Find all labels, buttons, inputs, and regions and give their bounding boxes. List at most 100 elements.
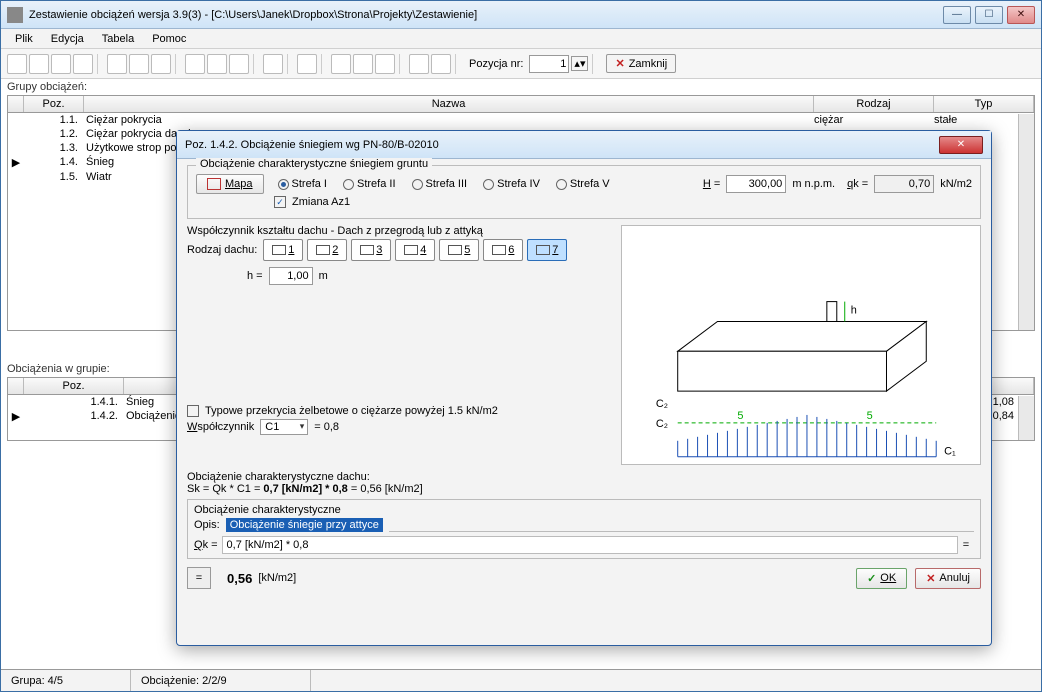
typowe-checkbox[interactable] (187, 405, 199, 417)
zone-radio-4[interactable]: Strefa IV (483, 178, 540, 190)
pozycja-input[interactable] (529, 55, 569, 73)
roof-shape-icon (404, 245, 418, 255)
toolbar-open-icon[interactable] (29, 54, 49, 74)
roof-type-5[interactable]: 5 (439, 239, 479, 261)
typowe-label: Typowe przekrycia żelbetowe o ciężarze p… (205, 405, 498, 417)
svg-text:5: 5 (737, 410, 743, 422)
toolbar-icon-10[interactable] (229, 54, 249, 74)
status-grupa: Grupa: 4/5 (1, 670, 131, 691)
roof-type-7[interactable]: 7 (527, 239, 567, 261)
col-rodzaj[interactable]: Rodzaj (814, 96, 934, 112)
qk-label: qk = (847, 178, 868, 190)
check-icon: ✓ (867, 572, 876, 585)
qk-input (874, 175, 934, 193)
roof-shape-icon (492, 245, 506, 255)
toolbar-saveall-icon[interactable] (73, 54, 93, 74)
h-unit: m (319, 270, 328, 282)
menu-plik[interactable]: Plik (7, 31, 41, 47)
mapa-icon (207, 178, 221, 190)
roof-shape-icon (536, 245, 550, 255)
toolbar-print-icon[interactable] (185, 54, 205, 74)
svg-text:C₂: C₂ (656, 398, 668, 410)
wsp-combo[interactable]: C1 (260, 419, 308, 435)
roof-type-4[interactable]: 4 (395, 239, 435, 261)
diagram-panel: h C₂ C₂ C₁ 5 5 (621, 225, 981, 465)
maximize-button[interactable]: ☐ (975, 6, 1003, 24)
minimize-button[interactable]: — (943, 6, 971, 24)
wsp-eq: = 0,8 (314, 421, 339, 433)
menu-pomoc[interactable]: Pomoc (144, 31, 194, 47)
opis-input[interactable]: Obciążenie śniegie przy attyce (226, 518, 383, 532)
scrollbar-2[interactable] (1018, 396, 1034, 440)
toolbar-close-button[interactable]: ✕ Zamknij (606, 54, 676, 73)
close-button[interactable]: ✕ (1007, 6, 1035, 24)
app-icon (7, 7, 23, 23)
sk-formula: Sk = Qk * C1 = 0,7 [kN/m2] * 0,8 = 0,56 … (187, 483, 981, 495)
zone-radio-2[interactable]: Strefa II (343, 178, 396, 190)
spinner-icon[interactable]: ▴▾ (571, 56, 588, 71)
char-label: Obciążenie charakterystyczne (194, 504, 974, 516)
dachu-label: Obciążenie charakterystyczne dachu: (187, 471, 981, 483)
h-input[interactable] (269, 267, 313, 285)
x-icon: ✕ (926, 572, 935, 585)
toolbar-icon-13[interactable] (331, 54, 351, 74)
ok-button[interactable]: ✓ OK (856, 568, 907, 589)
dialog-close-button[interactable]: ✕ (939, 136, 983, 154)
qkrow-value[interactable]: 0,7 [kN/m2] * 0,8 (222, 536, 958, 554)
toolbar-icon-15[interactable] (375, 54, 395, 74)
roof-shape-icon (272, 245, 286, 255)
toolbar-new-icon[interactable] (7, 54, 27, 74)
result-unit: [kN/m2] (258, 572, 296, 584)
qkrow-label: Qk = (194, 539, 218, 551)
roof-shape-icon (360, 245, 374, 255)
ok-label: OK (880, 572, 896, 584)
roof-type-6[interactable]: 6 (483, 239, 523, 261)
roof-shape-icon (316, 245, 330, 255)
calc-button[interactable]: = (187, 567, 211, 589)
zone-radio-5[interactable]: Strefa V (556, 178, 610, 190)
table-row[interactable]: 1.1.Ciężar pokryciaciężarstałe (8, 113, 1034, 127)
col-poz[interactable]: Poz. (24, 96, 84, 112)
roof-type-1[interactable]: 1 (263, 239, 303, 261)
toolbar-close-label: Zamknij (629, 58, 668, 70)
toolbar-icon-7[interactable] (151, 54, 171, 74)
toolbar-icon-5[interactable] (107, 54, 127, 74)
rodzaj-label: Rodzaj dachu: (187, 244, 257, 256)
zmiana-label: Zmiana Az1 (292, 196, 350, 208)
H-input[interactable] (726, 175, 786, 193)
toolbar-icon-6[interactable] (129, 54, 149, 74)
scrollbar[interactable] (1018, 114, 1034, 330)
menu-edycja[interactable]: Edycja (43, 31, 92, 47)
col2-poz[interactable]: Poz. (24, 378, 124, 394)
opis-label: Opis: (194, 519, 220, 531)
toolbar-preview-icon[interactable] (207, 54, 227, 74)
dialog-title: Poz. 1.4.2. Obciążenie śniegiem wg PN-80… (185, 139, 939, 151)
svg-text:C₂: C₂ (656, 418, 668, 430)
roof-shape-icon (448, 245, 462, 255)
svg-text:C₁: C₁ (944, 446, 956, 458)
close-icon: ✕ (615, 57, 624, 70)
zone-radio-1[interactable]: Strefa I (278, 178, 327, 190)
toolbar-undo-icon[interactable] (263, 54, 283, 74)
roof-type-2[interactable]: 2 (307, 239, 347, 261)
zmiana-checkbox[interactable]: ✓ (274, 196, 286, 208)
toolbar-icon-17[interactable] (431, 54, 451, 74)
zone-radio-3[interactable]: Strefa III (412, 178, 468, 190)
eq-sign: = (958, 539, 974, 551)
toolbar-save-icon[interactable] (51, 54, 71, 74)
toolbar-help-icon[interactable] (409, 54, 429, 74)
anuluj-button[interactable]: ✕ Anuluj (915, 568, 981, 589)
svg-text:5: 5 (867, 410, 873, 422)
wsp-label: Współczynnik (187, 421, 254, 433)
toolbar-copy-icon[interactable] (297, 54, 317, 74)
col-nazwa[interactable]: Nazwa (84, 96, 814, 112)
window-title: Zestawienie obciążeń wersja 3.9(3) - [C:… (29, 9, 943, 21)
col-typ[interactable]: Typ (934, 96, 1034, 112)
toolbar-icon-14[interactable] (353, 54, 373, 74)
roof-type-3[interactable]: 3 (351, 239, 391, 261)
menu-tabela[interactable]: Tabela (94, 31, 142, 47)
shape-label: Współczynnik kształtu dachu - Dach z prz… (187, 225, 613, 237)
mapa-button[interactable]: Mapa (196, 174, 264, 194)
svg-text:h: h (851, 305, 857, 317)
mapa-label: Mapa (225, 178, 253, 190)
